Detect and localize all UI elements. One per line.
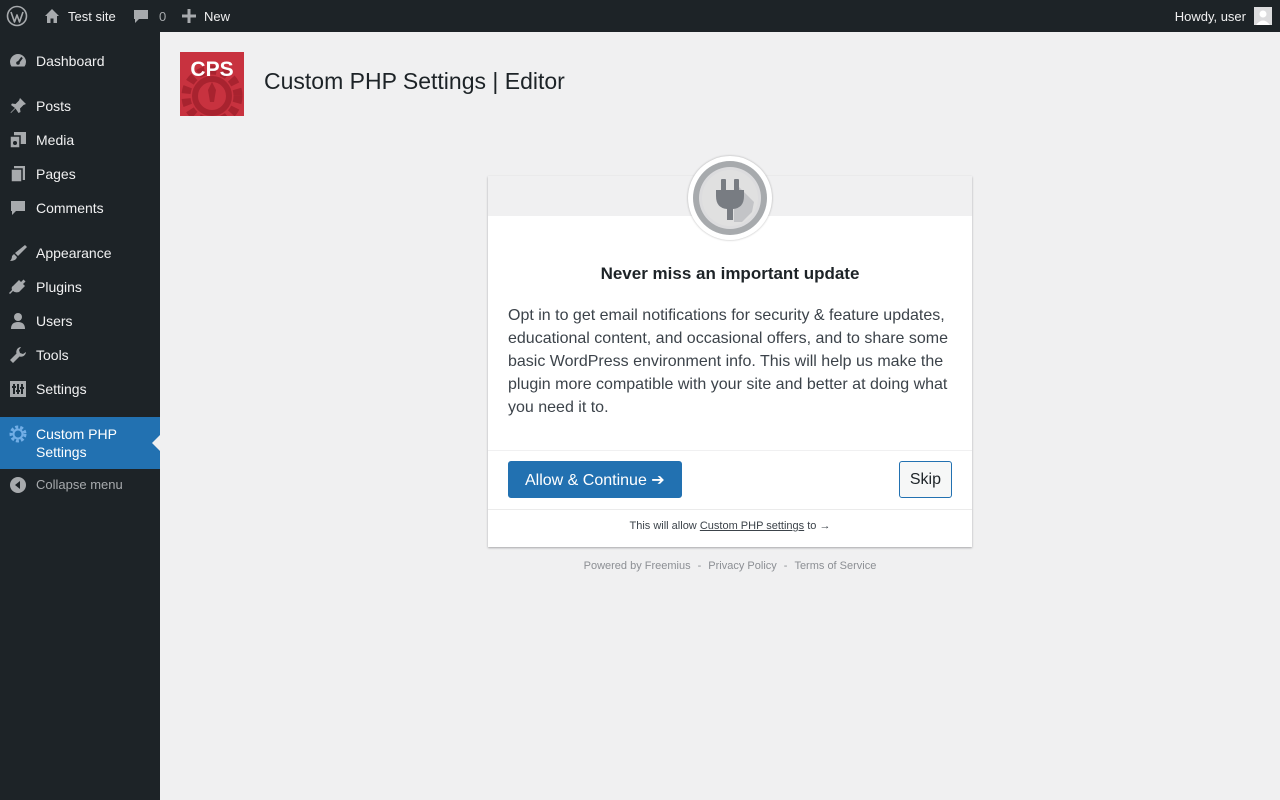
sidebar-item-pages[interactable]: Pages bbox=[0, 159, 160, 189]
site-name: Test site bbox=[68, 8, 116, 24]
wordpress-logo-button[interactable] bbox=[6, 0, 28, 32]
pin-icon bbox=[8, 96, 28, 116]
sidebar-item-label: Appearance bbox=[36, 245, 112, 261]
sidebar-item-users[interactable]: Users bbox=[0, 306, 160, 336]
sidebar-item-label: Dashboard bbox=[36, 53, 105, 69]
opt-in-card: Never miss an important update Opt in to… bbox=[488, 156, 972, 547]
pages-icon bbox=[8, 164, 28, 184]
wordpress-logo-icon bbox=[6, 5, 28, 27]
cps-gear-logo-icon: CPS bbox=[180, 52, 244, 116]
admin-sidebar: Dashboard Posts Media Pages Comments App… bbox=[0, 32, 160, 800]
sidebar-item-label: Plugins bbox=[36, 279, 82, 295]
sidebar-item-label: Media bbox=[36, 132, 75, 148]
user-avatar-icon bbox=[1254, 7, 1272, 25]
sidebar-item-custom-php-settings[interactable]: Custom PHP Settings bbox=[0, 417, 160, 469]
new-label: New bbox=[204, 8, 231, 24]
collapse-menu-button[interactable]: Collapse menu bbox=[0, 470, 160, 500]
sidebar-item-label: Users bbox=[36, 313, 73, 329]
sidebar-item-dashboard[interactable]: Dashboard bbox=[0, 46, 160, 76]
home-icon bbox=[45, 9, 59, 23]
my-account-link[interactable]: Howdy, user bbox=[1175, 0, 1272, 32]
opt-in-description: Opt in to get email notifications for se… bbox=[508, 307, 948, 416]
sidebar-item-label: Tools bbox=[36, 347, 69, 363]
user-icon bbox=[8, 311, 28, 331]
sidebar-item-label: Comments bbox=[36, 200, 104, 216]
comments-link[interactable]: 0 bbox=[133, 0, 166, 32]
comments-count: 0 bbox=[159, 8, 167, 24]
avatar bbox=[1254, 7, 1272, 25]
sidebar-item-comments[interactable]: Comments bbox=[0, 193, 160, 223]
permissions-suffix: to → bbox=[807, 520, 831, 532]
allow-continue-button[interactable]: Allow & Continue ➔ bbox=[508, 461, 682, 498]
wrench-icon bbox=[8, 345, 28, 365]
dashboard-icon bbox=[8, 51, 28, 71]
sidebar-item-settings[interactable]: Settings bbox=[0, 374, 160, 404]
permissions-line: This will allow Custom PHP settings to → bbox=[488, 520, 972, 532]
sidebar-item-label: Settings bbox=[36, 381, 87, 397]
howdy-text: Howdy, user bbox=[1174, 8, 1246, 24]
gear-icon bbox=[8, 424, 28, 444]
sidebar-item-plugins[interactable]: Plugins bbox=[0, 272, 160, 302]
sidebar-item-label: Custom PHP Settings bbox=[36, 426, 117, 460]
plugin-icon-circle bbox=[688, 156, 772, 240]
collapse-arrow-icon bbox=[8, 475, 28, 495]
plugin-logo: CPS bbox=[180, 52, 244, 116]
terms-of-service-link[interactable]: Terms of Service bbox=[794, 560, 876, 572]
collapse-menu-label: Collapse menu bbox=[36, 477, 123, 492]
permissions-prefix: This will allow bbox=[629, 520, 697, 532]
privacy-policy-link[interactable]: Privacy Policy bbox=[708, 560, 776, 572]
sidebar-item-tools[interactable]: Tools bbox=[0, 340, 160, 370]
opt-in-heading: Never miss an important update bbox=[600, 264, 860, 283]
sidebar-item-label: Posts bbox=[36, 98, 72, 114]
site-name-link[interactable]: Test site bbox=[44, 0, 116, 32]
plus-icon bbox=[182, 9, 196, 23]
plugin-icon bbox=[8, 277, 28, 297]
admin-bar: Test site 0 New Howdy, user bbox=[0, 0, 1280, 32]
media-icon bbox=[8, 130, 28, 150]
permissions-link[interactable]: Custom PHP settings bbox=[700, 520, 804, 532]
sidebar-item-appearance[interactable]: Appearance bbox=[0, 238, 160, 268]
new-content-link[interactable]: New bbox=[182, 0, 230, 32]
sidebar-item-label: Pages bbox=[36, 166, 76, 182]
opt-in-actions: Allow & Continue ➔ Skip bbox=[488, 450, 972, 510]
separator: - bbox=[697, 560, 702, 572]
skip-button[interactable]: Skip bbox=[898, 461, 952, 498]
brush-icon bbox=[8, 243, 28, 263]
freemius-terms: Powered by Freemius - Privacy Policy - Terms… bbox=[488, 560, 972, 572]
logo-text: CPS bbox=[190, 58, 233, 81]
separator: - bbox=[783, 560, 788, 572]
sidebar-item-posts[interactable]: Posts bbox=[0, 91, 160, 121]
page-title: Custom PHP Settings | Editor bbox=[264, 68, 565, 94]
power-plug-icon bbox=[693, 161, 767, 235]
settings-icon bbox=[8, 379, 28, 399]
powered-by-freemius-link[interactable]: Powered by Freemius bbox=[584, 560, 691, 572]
sidebar-item-media[interactable]: Media bbox=[0, 125, 160, 155]
comment-bubble-icon bbox=[134, 10, 148, 23]
comment-icon bbox=[8, 198, 28, 218]
